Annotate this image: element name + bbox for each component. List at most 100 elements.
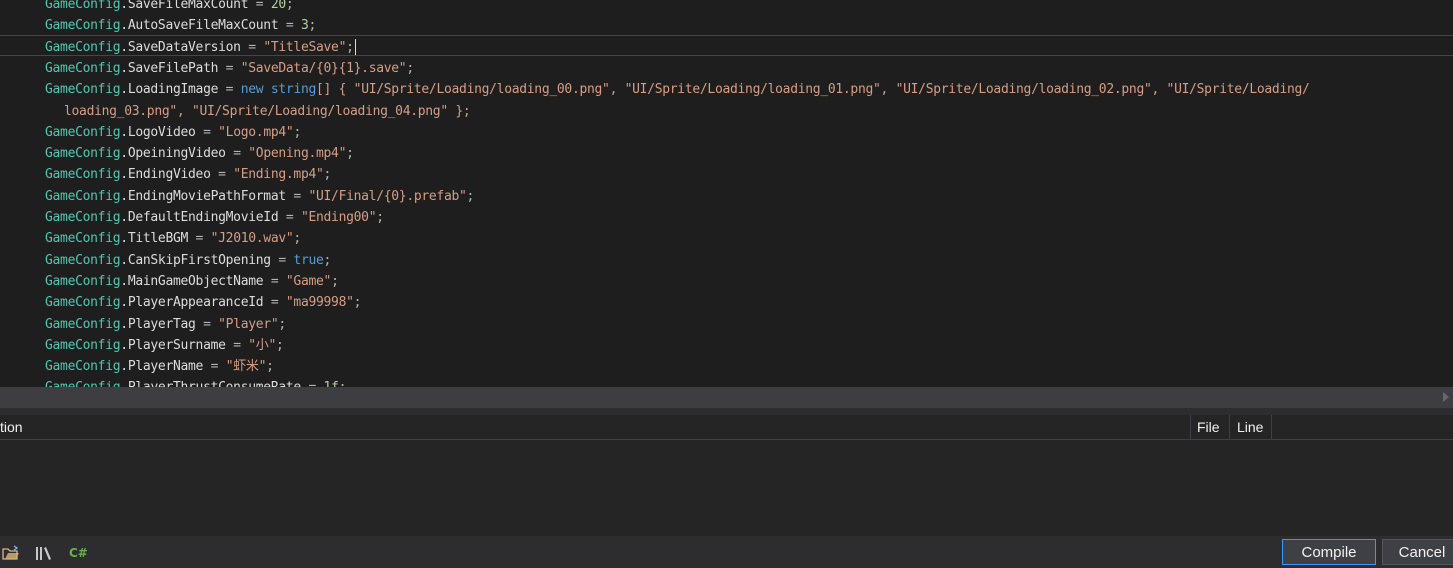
code-line: GameConfig.SaveDataVersion = "TitleSave"… xyxy=(45,37,356,58)
code-line: GameConfig.EndingVideo = "Ending.mp4"; xyxy=(45,164,331,185)
code-dot: . xyxy=(120,231,128,247)
code-class-name: GameConfig xyxy=(45,82,121,98)
code-class-name: GameConfig xyxy=(45,146,121,162)
code-operator: = xyxy=(225,337,249,353)
code-property: AutoSaveFileMaxCount xyxy=(127,18,279,34)
code-semicolon: ; xyxy=(323,167,332,183)
library-icon[interactable] xyxy=(35,545,53,561)
code-value: "Player" xyxy=(218,316,279,332)
code-editor[interactable]: GameConfig.SaveFileMaxCount = 20; GameCon… xyxy=(0,0,1453,387)
code-operator: = xyxy=(263,273,286,289)
code-operator: = xyxy=(195,316,219,332)
code-line: GameConfig.LoadingImage = new string[] {… xyxy=(45,79,1310,100)
code-property: LogoVideo xyxy=(127,124,196,140)
code-semicolon: ; xyxy=(308,18,317,34)
code-dot: . xyxy=(120,167,128,183)
csharp-icon[interactable]: C# xyxy=(69,545,88,561)
code-line: GameConfig.TitleBGM = "J2010.wav"; xyxy=(45,228,301,249)
code-value: true xyxy=(293,252,324,268)
code-semicolon: ; xyxy=(466,188,475,204)
code-class-name: GameConfig xyxy=(45,295,121,311)
panel-splitter[interactable] xyxy=(0,408,1453,415)
code-line: GameConfig.AutoSaveFileMaxCount = 3; xyxy=(45,15,316,36)
code-dot: . xyxy=(120,295,128,311)
code-semicolon: ; xyxy=(331,273,339,289)
code-value: "J2010.wav" xyxy=(210,231,294,247)
code-property: PlayerSurname xyxy=(127,337,226,353)
code-property: EndingMoviePathFormat xyxy=(127,188,286,204)
folder-open-icon[interactable] xyxy=(2,545,20,561)
code-operator: = xyxy=(248,0,271,12)
code-semicolon: ; xyxy=(266,359,274,375)
code-operator: = xyxy=(218,60,241,76)
code-dot: . xyxy=(120,337,128,353)
code-string: [] { "UI/Sprite/Loading/loading_00.png",… xyxy=(316,82,1310,98)
code-dot: . xyxy=(120,60,128,76)
horizontal-scrollbar[interactable] xyxy=(0,387,1453,408)
column-line[interactable]: Line xyxy=(1229,415,1272,439)
code-value: 1f xyxy=(324,380,339,387)
code-operator: = xyxy=(240,39,264,55)
code-operator: = xyxy=(188,231,211,247)
code-line: GameConfig.DefaultEndingMovieId = "Endin… xyxy=(45,207,384,228)
code-class-name: GameConfig xyxy=(45,18,121,34)
code-line: loading_03.png", "UI/Sprite/Loading/load… xyxy=(64,101,471,122)
code-line: GameConfig.LogoVideo = "Logo.mp4"; xyxy=(45,122,301,143)
code-value: "Opening.mp4" xyxy=(248,146,347,162)
code-operator: = xyxy=(195,124,219,140)
column-description[interactable]: tion xyxy=(0,415,23,439)
code-dot: . xyxy=(120,210,128,225)
code-line: GameConfig.PlayerThrustConsumeRate = 1f; xyxy=(45,377,346,387)
column-file[interactable]: File xyxy=(1190,415,1228,439)
code-class-name: GameConfig xyxy=(45,124,121,140)
code-dot: . xyxy=(120,82,128,98)
code-semicolon: ; xyxy=(353,295,362,311)
code-operator: = xyxy=(301,380,324,387)
code-class-name: GameConfig xyxy=(45,252,121,268)
code-operator: = xyxy=(210,167,234,183)
code-semicolon: ; xyxy=(276,337,284,353)
code-property: MainGameObjectName xyxy=(127,273,264,289)
bottom-toolbar: C# xyxy=(0,536,1453,568)
code-class-name: GameConfig xyxy=(45,39,121,55)
code-semicolon: ; xyxy=(346,146,354,162)
code-value: "虾米" xyxy=(225,359,267,375)
code-class-name: GameConfig xyxy=(45,337,121,353)
code-dot: . xyxy=(120,188,128,204)
code-operator: = xyxy=(285,188,309,204)
cancel-button[interactable]: Cancel xyxy=(1382,539,1453,565)
code-dot: . xyxy=(120,18,128,34)
code-value: "ma99998" xyxy=(285,295,354,311)
code-keyword: string xyxy=(270,82,317,98)
code-property: CanSkipFirstOpening xyxy=(127,252,271,268)
code-line: GameConfig.MainGameObjectName = "Game"; xyxy=(45,271,339,292)
code-property: EndingVideo xyxy=(127,167,211,183)
code-operator: = xyxy=(225,146,249,162)
code-property: PlayerName xyxy=(127,359,204,375)
code-operator: = xyxy=(263,295,286,311)
code-line: GameConfig.PlayerSurname = "小"; xyxy=(45,335,284,356)
code-operator: = xyxy=(270,252,294,268)
code-property: PlayerTag xyxy=(127,316,196,332)
code-property: OpeiningVideo xyxy=(127,146,226,162)
compile-button[interactable]: Compile xyxy=(1282,539,1376,565)
code-property: TitleBGM xyxy=(127,231,189,247)
text-caret xyxy=(354,39,356,56)
code-property: SaveFileMaxCount xyxy=(127,0,249,12)
scroll-right-icon[interactable] xyxy=(1443,392,1449,402)
code-semicolon: ; xyxy=(278,316,286,332)
code-class-name: GameConfig xyxy=(45,188,121,204)
code-property: PlayerThrustConsumeRate xyxy=(128,380,301,387)
code-dot: . xyxy=(120,273,128,289)
code-property: PlayerAppearanceId xyxy=(127,295,264,311)
code-semicolon: ; xyxy=(285,0,294,12)
code-dot: . xyxy=(120,0,128,12)
code-value: "Ending00" xyxy=(300,210,377,225)
code-class-name: GameConfig xyxy=(45,273,121,289)
code-line: GameConfig.SaveFilePath = "SaveData/{0}{… xyxy=(45,58,414,79)
code-dot: . xyxy=(120,316,128,332)
code-semicolon: ; xyxy=(339,380,347,387)
code-class-name: GameConfig xyxy=(45,0,121,12)
code-class-name: GameConfig xyxy=(45,60,121,76)
code-property: DefaultEndingMovieId xyxy=(127,210,279,225)
